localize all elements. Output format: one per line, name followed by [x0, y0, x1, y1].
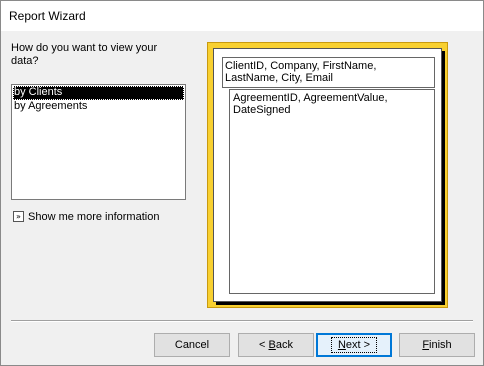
title-bar: Report Wizard — [1, 1, 483, 31]
more-info-icon: » — [13, 211, 24, 222]
list-item-by-clients[interactable]: by Clients — [13, 86, 184, 100]
back-button[interactable]: < Back — [238, 333, 314, 357]
finish-button-label: inish — [429, 339, 452, 351]
back-button-prefix: < — [259, 339, 269, 351]
next-button[interactable]: Next > — [316, 333, 392, 357]
show-more-info-button[interactable]: » Show me more information — [13, 210, 159, 223]
preview-page: ClientID, Company, FirstName, LastName, … — [213, 48, 442, 302]
detail-fields-box: AgreementID, AgreementValue, DateSigned — [229, 89, 435, 294]
back-button-label: ack — [275, 339, 293, 351]
next-button-label: ext > — [345, 339, 371, 351]
back-button-accesskey: B — [268, 339, 276, 351]
list-item-by-agreements[interactable]: by Agreements — [13, 100, 184, 114]
next-button-accesskey: N — [337, 339, 346, 351]
view-question-label: How do you want to view your data? — [11, 42, 158, 67]
report-wizard-window: Report Wizard How do you want to view yo… — [0, 0, 484, 366]
view-options-list[interactable]: by Clients by Agreements — [11, 84, 186, 200]
cancel-button[interactable]: Cancel — [154, 333, 230, 357]
window-title: Report Wizard — [9, 9, 86, 23]
group-fields-box: ClientID, Company, FirstName, LastName, … — [222, 57, 435, 88]
finish-button-accesskey: F — [422, 339, 430, 351]
show-more-info-label: Show me more information — [28, 210, 160, 223]
next-button-focus: Next > — [330, 337, 378, 353]
report-layout-preview: ClientID, Company, FirstName, LastName, … — [207, 42, 448, 308]
button-separator — [11, 320, 473, 322]
finish-button[interactable]: Finish — [399, 333, 475, 357]
